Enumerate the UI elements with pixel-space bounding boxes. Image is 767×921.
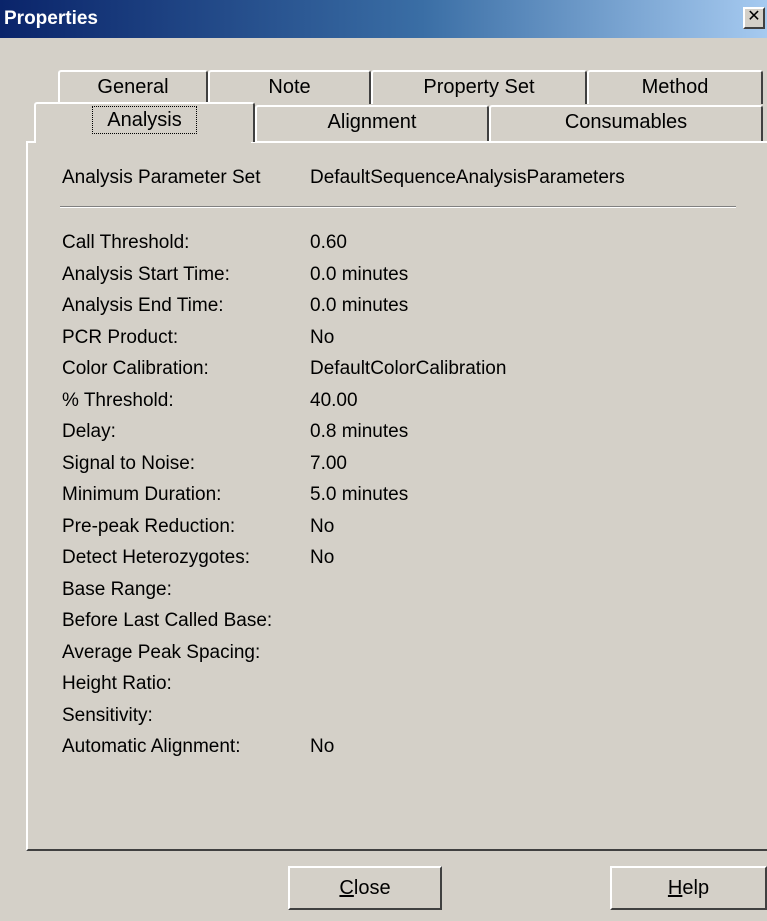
row-pre-peak-reduction: Pre-peak Reduction: No: [62, 511, 752, 543]
row-value: 0.60: [310, 232, 347, 253]
parameter-set-row: Analysis Parameter Set DefaultSequenceAn…: [62, 167, 762, 193]
row-delay: Delay: 0.8 minutes: [62, 416, 752, 448]
row-value: No: [310, 326, 335, 348]
row-label: % Threshold:: [62, 389, 174, 411]
row-value: DefaultColorCalibration: [310, 358, 507, 379]
row-height-ratio: Height Ratio:: [62, 668, 752, 700]
row-label: Height Ratio:: [62, 673, 172, 694]
row-label: Detect Heterozygotes:: [62, 547, 250, 568]
row-detect-heterozygotes: Detect Heterozygotes: No: [62, 542, 752, 574]
selected-tab-joint: [36, 139, 251, 143]
row-label: PCR Product:: [62, 326, 179, 348]
close-button-mnemonic: C: [339, 877, 354, 899]
row-color-calibration: Color Calibration: DefaultColorCalibrati…: [62, 353, 752, 385]
row-value: 5.0 minutes: [310, 484, 409, 505]
tab-note-label: Note: [268, 76, 311, 98]
row-label: Analysis Start Time:: [62, 263, 230, 285]
analysis-parameter-list: Call Threshold: 0.60 Analysis Start Time…: [62, 227, 752, 763]
row-label: Pre-peak Reduction:: [62, 515, 236, 537]
tab-consumables[interactable]: Consumables: [489, 105, 763, 141]
tab-general[interactable]: General: [58, 70, 208, 104]
row-minimum-duration: Minimum Duration: 5.0 minutes: [62, 479, 752, 511]
tab-method-label: Method: [641, 76, 709, 98]
row-label: Analysis End Time:: [62, 295, 224, 316]
divider: [60, 206, 736, 208]
tab-property-set[interactable]: Property Set: [371, 70, 587, 104]
row-label: Average Peak Spacing:: [62, 641, 261, 663]
analysis-panel: Analysis Parameter Set DefaultSequenceAn…: [26, 141, 767, 851]
tab-consumables-label: Consumables: [564, 111, 688, 133]
row-label: Before Last Called Base:: [62, 610, 273, 631]
close-window-button[interactable]: ✕: [743, 7, 765, 29]
close-icon: ✕: [747, 8, 761, 25]
row-value: 0.0 minutes: [310, 295, 409, 316]
help-button-mnemonic: H: [667, 877, 683, 899]
row-label: Base Range:: [62, 578, 172, 600]
row-value: No: [310, 547, 335, 568]
title-bar[interactable]: Properties ✕: [0, 0, 767, 38]
row-call-threshold: Call Threshold: 0.60: [62, 227, 752, 259]
row-average-peak-spacing: Average Peak Spacing:: [62, 637, 752, 669]
row-label: Signal to Noise:: [62, 452, 196, 474]
row-analysis-end-time: Analysis End Time: 0.0 minutes: [62, 290, 752, 322]
row-base-range: Base Range:: [62, 574, 752, 606]
row-analysis-start-time: Analysis Start Time: 0.0 minutes: [62, 259, 752, 291]
tab-general-label: General: [97, 76, 169, 98]
row-label: Automatic Alignment:: [62, 736, 241, 757]
row-value: No: [310, 515, 335, 537]
tab-alignment[interactable]: Alignment: [255, 105, 489, 141]
row-signal-to-noise: Signal to Noise: 7.00: [62, 448, 752, 480]
parameter-set-label: Analysis Parameter Set: [62, 167, 261, 188]
row-value: 0.8 minutes: [310, 421, 409, 442]
window-title: Properties: [4, 8, 98, 29]
close-button[interactable]: Close: [288, 866, 442, 910]
row-label: Sensitivity:: [62, 704, 153, 726]
row-label: Call Threshold:: [62, 232, 190, 253]
row-value: 0.0 minutes: [310, 263, 409, 285]
row-value: No: [310, 736, 335, 757]
row-percent-threshold: % Threshold: 40.00: [62, 385, 752, 417]
row-label: Minimum Duration:: [62, 484, 222, 505]
tab-analysis-label: Analysis: [92, 106, 197, 134]
tab-method[interactable]: Method: [587, 70, 763, 104]
row-value: 40.00: [310, 389, 358, 411]
row-before-last-called-base: Before Last Called Base:: [62, 605, 752, 637]
row-automatic-alignment: Automatic Alignment: No: [62, 731, 752, 763]
row-label: Color Calibration:: [62, 358, 209, 379]
row-sensitivity: Sensitivity:: [62, 700, 752, 732]
tab-note[interactable]: Note: [208, 70, 371, 104]
row-pcr-product: PCR Product: No: [62, 322, 752, 354]
tab-analysis[interactable]: Analysis: [34, 102, 255, 142]
parameter-set-value: DefaultSequenceAnalysisParameters: [310, 167, 625, 188]
row-value: 7.00: [310, 452, 347, 474]
row-label: Delay:: [62, 421, 116, 442]
help-button[interactable]: Help: [610, 866, 767, 910]
tab-alignment-label: Alignment: [327, 111, 417, 133]
tab-property-set-label: Property Set: [423, 76, 535, 98]
properties-dialog: Properties ✕ General Note Property Set M…: [0, 0, 767, 921]
help-button-label: elp: [682, 877, 710, 899]
close-button-label: lose: [353, 877, 391, 899]
